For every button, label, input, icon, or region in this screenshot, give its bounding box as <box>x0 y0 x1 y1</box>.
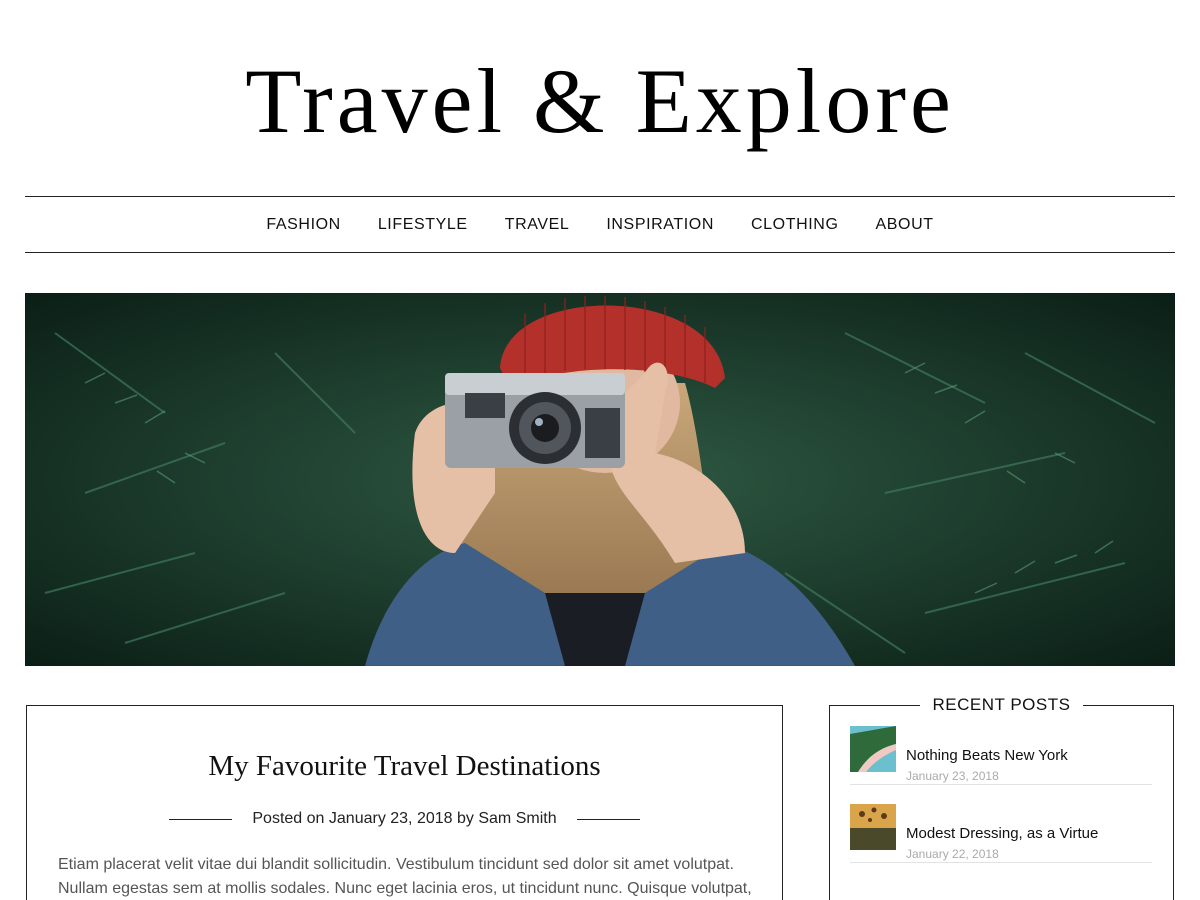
main-navigation: FASHION LIFESTYLE TRAVEL INSPIRATION CLO… <box>25 196 1175 253</box>
by-label: by <box>457 810 474 827</box>
post-author-link[interactable]: Sam Smith <box>478 810 556 827</box>
meta-divider-right <box>576 818 640 820</box>
nav-item-inspiration[interactable]: INSPIRATION <box>606 216 714 234</box>
post-date-link[interactable]: January 23, 2018 <box>329 810 453 827</box>
hot-air-balloons-thumbnail-icon[interactable] <box>850 804 896 850</box>
recent-post-title[interactable]: Modest Dressing, as a Virtue <box>906 825 1098 842</box>
post-excerpt-line: Nullam egestas sem at mollis sodales. Nu… <box>58 880 752 897</box>
page: Travel & Explore FASHION LIFESTYLE TRAVE… <box>0 0 1200 900</box>
photographer-with-camera-photo-icon <box>25 293 1175 666</box>
post-excerpt-line: Etiam placerat velit vitae dui blandit s… <box>58 856 734 873</box>
recent-post-date: January 22, 2018 <box>906 847 999 861</box>
nav-item-about[interactable]: ABOUT <box>876 216 934 234</box>
nav-item-lifestyle[interactable]: LIFESTYLE <box>378 216 468 234</box>
featured-post-card: My Favourite Travel Destinations Posted … <box>26 705 783 900</box>
post-title[interactable]: My Favourite Travel Destinations <box>27 750 782 783</box>
nav-item-fashion[interactable]: FASHION <box>266 216 340 234</box>
post-excerpt: Etiam placerat velit vitae dui blandit s… <box>58 853 758 900</box>
nav-item-travel[interactable]: TRAVEL <box>505 216 570 234</box>
recent-posts-widget: RECENT POSTS Nothing Beats New York Janu… <box>829 692 1174 900</box>
meta-divider-left <box>169 818 233 820</box>
recent-post-date: January 23, 2018 <box>906 769 999 783</box>
recent-post-title[interactable]: Nothing Beats New York <box>906 747 1068 764</box>
recent-post-item[interactable]: Nothing Beats New York January 23, 2018 <box>850 706 1152 785</box>
posted-on-label: Posted on <box>252 810 325 827</box>
nav-item-clothing[interactable]: CLOTHING <box>751 216 838 234</box>
post-meta: Posted on January 23, 2018 by Sam Smith <box>27 810 782 828</box>
beach-coastline-thumbnail-icon[interactable] <box>850 726 896 772</box>
site-title[interactable]: Travel & Explore <box>0 46 1200 156</box>
recent-post-item[interactable]: Modest Dressing, as a Virtue January 22,… <box>850 784 1152 863</box>
post-meta-text: Posted on January 23, 2018 by Sam Smith <box>252 810 556 828</box>
hero-image <box>25 293 1175 666</box>
